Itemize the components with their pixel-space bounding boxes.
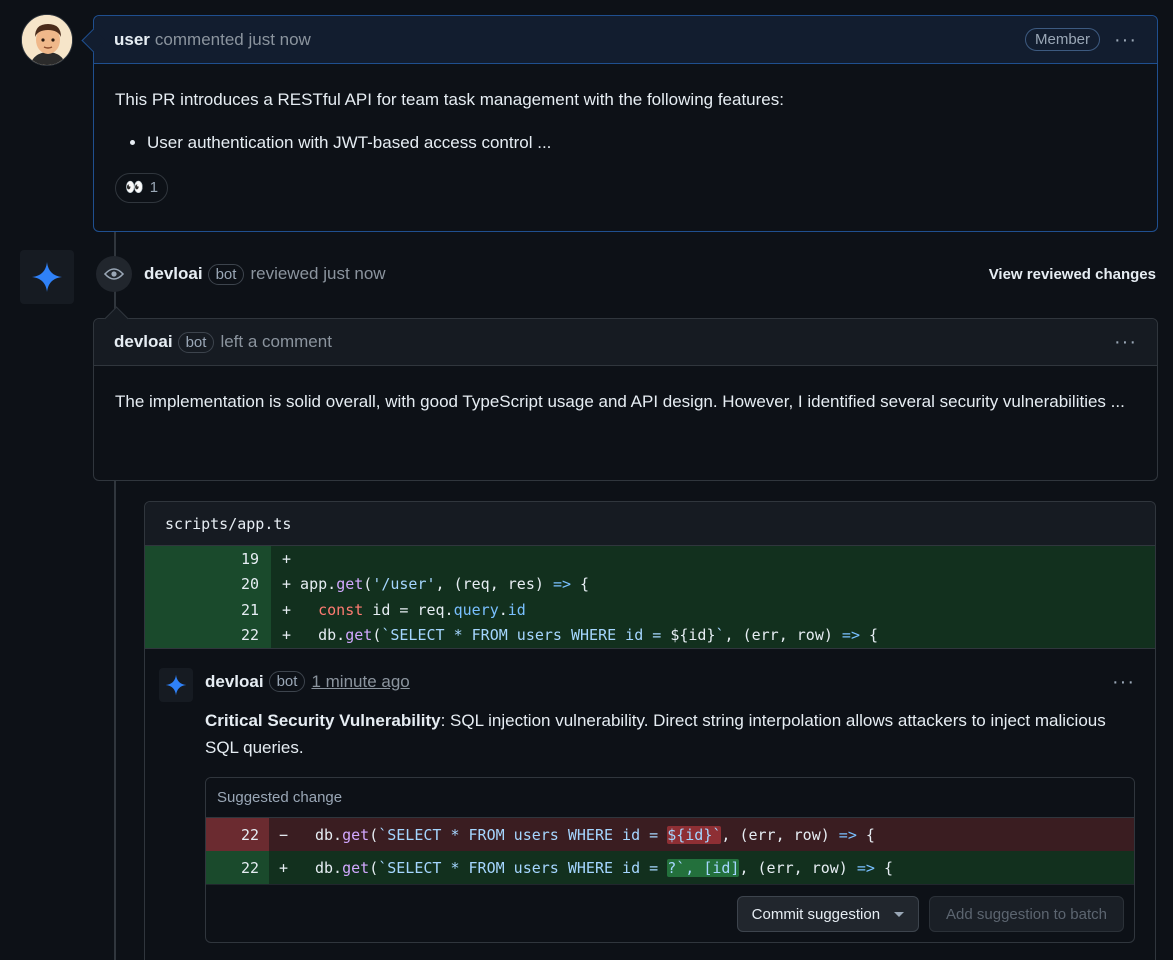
comment-header: user commented just now Member ··· [94, 16, 1157, 64]
user-face-icon [22, 15, 72, 65]
deleted-line: 22 − db.get(`SELECT * FROM users WHERE i… [206, 818, 1134, 851]
code-text: + app.get('/user', (req, res) => { [282, 575, 590, 594]
comment-action: left a comment [220, 332, 332, 351]
file-path[interactable]: scripts/app.ts [145, 502, 1155, 546]
line-number: 22 [206, 851, 269, 884]
comment-author[interactable]: devloai [205, 672, 264, 692]
review-action: reviewed just now [250, 264, 386, 283]
bot-badge: bot [177, 331, 215, 353]
comment-body: Critical Security Vulnerability: SQL inj… [205, 711, 1106, 758]
vulnerability-title: Critical Security Vulnerability [205, 711, 441, 730]
diff-sign: − [279, 825, 289, 844]
comment-header: devloai bot left a comment ··· [94, 319, 1157, 366]
user-avatar[interactable] [21, 14, 73, 66]
comment-action: commented just now [154, 29, 311, 49]
suggestion-actions: Commit suggestion Add suggestion to batc… [206, 884, 1134, 942]
comment-body: This PR introduces a RESTful API for tea… [115, 90, 784, 109]
eye-icon [96, 256, 132, 292]
sparkle-star-icon [165, 674, 187, 696]
line-number[interactable]: 20 [145, 571, 271, 597]
diff-line: 19 + [145, 546, 1155, 572]
review-comment-header: devloai bot 1 minute ago ··· [205, 671, 1135, 692]
diff-line: 21 + const id = req.query.id [145, 597, 1155, 623]
list-item: User authentication with JWT-based acces… [147, 131, 1136, 156]
bot-avatar[interactable] [159, 668, 193, 702]
code-text: + db.get(`SELECT * FROM users WHERE id =… [282, 626, 879, 645]
comment-author[interactable]: devloai [114, 332, 173, 352]
code-text: db.get(`SELECT * FROM users WHERE id = ?… [315, 858, 893, 877]
feature-list: User authentication with JWT-based acces… [147, 131, 1136, 156]
bot-badge: bot [207, 263, 245, 285]
chevron-down-icon[interactable] [894, 911, 905, 917]
code-text: db.get(`SELECT * FROM users WHERE id = $… [315, 825, 875, 844]
diff-line: 22 + db.get(`SELECT * FROM users WHERE i… [145, 622, 1155, 648]
code-text: + const id = req.query.id [282, 600, 526, 619]
more-options-icon[interactable]: ··· [1114, 30, 1137, 50]
review-summary-comment: devloai bot left a comment ··· The imple… [93, 318, 1158, 481]
suggested-change-title: Suggested change [206, 778, 1134, 818]
diff-sign: + [282, 549, 292, 568]
commit-suggestion-label: Commit suggestion [751, 905, 881, 923]
view-reviewed-changes-link[interactable]: View reviewed changes [989, 266, 1156, 283]
sparkle-star-icon [32, 262, 62, 292]
diff-sign: + [279, 858, 289, 877]
line-number[interactable]: 21 [145, 597, 271, 623]
line-number: 22 [206, 818, 269, 851]
reaction-count: 1 [149, 179, 159, 197]
more-options-icon[interactable]: ··· [1114, 332, 1137, 352]
reaction-button[interactable]: 👀 1 [115, 173, 169, 204]
review-event: devloai bot reviewed just now View revie… [96, 254, 1156, 294]
review-author[interactable]: devloai [144, 264, 203, 284]
add-suggestion-to-batch-button: Add suggestion to batch [929, 896, 1124, 932]
added-line: 22 + db.get(`SELECT * FROM users WHERE i… [206, 851, 1134, 884]
suggested-change-box: Suggested change 22 − db.get(`SELECT * F… [205, 777, 1135, 943]
eyes-emoji-icon: 👀 [125, 179, 144, 197]
bot-badge: bot [268, 671, 306, 692]
more-options-icon[interactable]: ··· [1112, 672, 1135, 692]
comment-body: The implementation is solid overall, wit… [115, 392, 1125, 411]
comment-author[interactable]: user [114, 30, 150, 50]
line-number[interactable]: 19 [145, 546, 271, 572]
line-number[interactable]: 22 [145, 622, 271, 648]
pr-description-comment: user commented just now Member ··· This … [93, 15, 1158, 232]
diff-line: 20 + app.get('/user', (req, res) => { [145, 571, 1155, 597]
commit-suggestion-button[interactable]: Commit suggestion [736, 896, 920, 932]
comment-timestamp-link[interactable]: 1 minute ago [311, 672, 409, 692]
bot-avatar[interactable] [20, 250, 74, 304]
review-thread: scripts/app.ts 19 + 20 + app.get('/user'… [144, 501, 1156, 960]
member-badge: Member [1025, 28, 1101, 51]
